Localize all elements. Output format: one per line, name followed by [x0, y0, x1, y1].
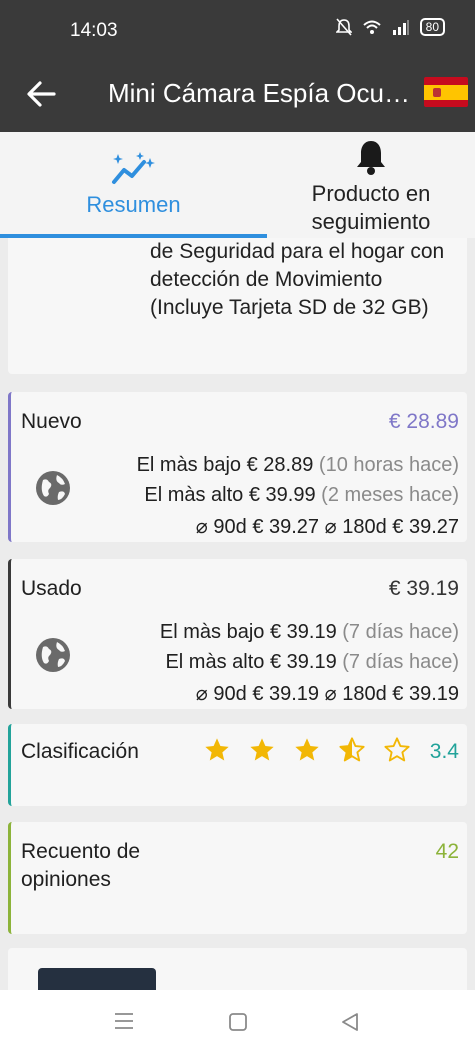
highest-when: (7 días hace)	[342, 651, 459, 673]
rating-value: 3.4	[429, 740, 459, 763]
bell-icon	[357, 141, 385, 175]
star-rating	[203, 736, 411, 764]
page-title: Mini Cámara Espía Ocu…	[108, 78, 410, 108]
avg180-value: € 39.27	[392, 516, 459, 538]
lowest-value: € 39.19	[269, 621, 337, 643]
half-star-icon	[339, 737, 365, 762]
price-type-label: Usado	[21, 577, 82, 600]
product-description: lá batería Cámara de vigilancia de Segur…	[150, 240, 445, 319]
highest-value: € 39.19	[269, 651, 337, 673]
current-price: € 28.89	[388, 410, 459, 433]
avg180-value: € 39.19	[392, 683, 459, 705]
status-icons: 80	[335, 18, 445, 36]
lowest-value: € 28.89	[246, 454, 314, 476]
average-price-row: ⌀ 90d € 39.27 ⌀ 180d € 39.27	[196, 514, 459, 539]
reviews-label: Recuento de opiniones	[21, 840, 141, 891]
lowest-when: (7 días hace)	[342, 621, 459, 643]
average-price-row: ⌀ 90d € 39.19 ⌀ 180d € 39.19	[196, 681, 459, 706]
reviews-count: 42	[435, 840, 459, 863]
mute-bell-icon	[335, 18, 352, 36]
tab-resumen[interactable]: Resumen	[0, 132, 267, 238]
globe-icon	[36, 638, 70, 672]
menu-icon[interactable]	[114, 1012, 134, 1030]
highest-value: € 39.99	[248, 484, 316, 506]
avg180-label: ⌀ 180d	[324, 516, 387, 538]
highest-label: El màs alto	[144, 484, 244, 506]
product-image	[38, 968, 156, 990]
star-icon	[205, 738, 229, 761]
home-icon[interactable]	[228, 1012, 248, 1032]
lowest-price-row: El màs bajo € 39.19 (7 días hace)	[160, 621, 459, 644]
app-bar: Mini Cámara Espía Ocu…	[0, 60, 475, 132]
trend-sparkle-icon	[111, 152, 155, 184]
star-icon	[295, 738, 319, 761]
tab-resumen-label: Resumen	[86, 192, 181, 217]
avg90-label: ⌀ 90d	[195, 683, 247, 705]
price-card-usado[interactable]: Usado € 39.19 El màs bajo € 39.19 (7 día…	[8, 559, 467, 709]
avg90-value: € 39.19	[252, 683, 320, 705]
product-image-card[interactable]	[8, 948, 467, 990]
avg180-label: ⌀ 180d	[324, 683, 387, 705]
globe-icon	[36, 471, 70, 505]
signal-icon	[392, 20, 409, 35]
lowest-label: El màs bajo	[159, 621, 265, 643]
description-card: lá batería Cámara de vigilancia de Segur…	[8, 238, 467, 374]
avg90-value: € 39.27	[252, 516, 320, 538]
rating-label: Clasificación	[21, 740, 139, 763]
current-price: € 39.19	[388, 577, 459, 600]
highest-when: (2 meses hace)	[321, 484, 459, 506]
system-nav-bar	[0, 990, 475, 1056]
rating-card[interactable]: Clasificación 3.4	[8, 724, 467, 806]
highest-price-row: El màs alto € 39.99 (2 meses hace)	[144, 484, 459, 507]
lowest-label: El màs bajo	[136, 454, 242, 476]
avg90-label: ⌀ 90d	[195, 516, 247, 538]
highest-price-row: El màs alto € 39.19 (7 días hace)	[165, 651, 459, 674]
status-bar: 14:03 80	[0, 0, 475, 60]
tab-producto-seguimiento[interactable]: Producto en seguimiento	[267, 132, 475, 238]
status-time: 14:03	[70, 20, 118, 41]
reviews-card[interactable]: Recuento de opiniones 42	[8, 822, 467, 934]
empty-star-icon	[384, 737, 410, 762]
price-type-label: Nuevo	[21, 410, 82, 433]
wifi-icon	[362, 20, 381, 34]
lowest-price-row: El màs bajo € 28.89 (10 horas hace)	[137, 454, 459, 477]
highest-label: El màs alto	[165, 651, 265, 673]
back-triangle-icon[interactable]	[340, 1012, 360, 1032]
tab-bar: Resumen Producto en seguimiento	[0, 132, 475, 238]
tab-producto-label: Producto en seguimiento	[311, 181, 431, 234]
spain-flag-icon[interactable]	[424, 77, 468, 107]
content-scroll[interactable]: lá batería Cámara de vigilancia de Segur…	[0, 238, 475, 990]
battery-indicator: 80	[419, 18, 445, 36]
price-card-nuevo[interactable]: Nuevo € 28.89 El màs bajo € 28.89 (10 ho…	[8, 392, 467, 542]
back-arrow-icon[interactable]	[22, 74, 62, 114]
star-icon	[250, 738, 274, 761]
lowest-when: (10 horas hace)	[318, 454, 459, 476]
